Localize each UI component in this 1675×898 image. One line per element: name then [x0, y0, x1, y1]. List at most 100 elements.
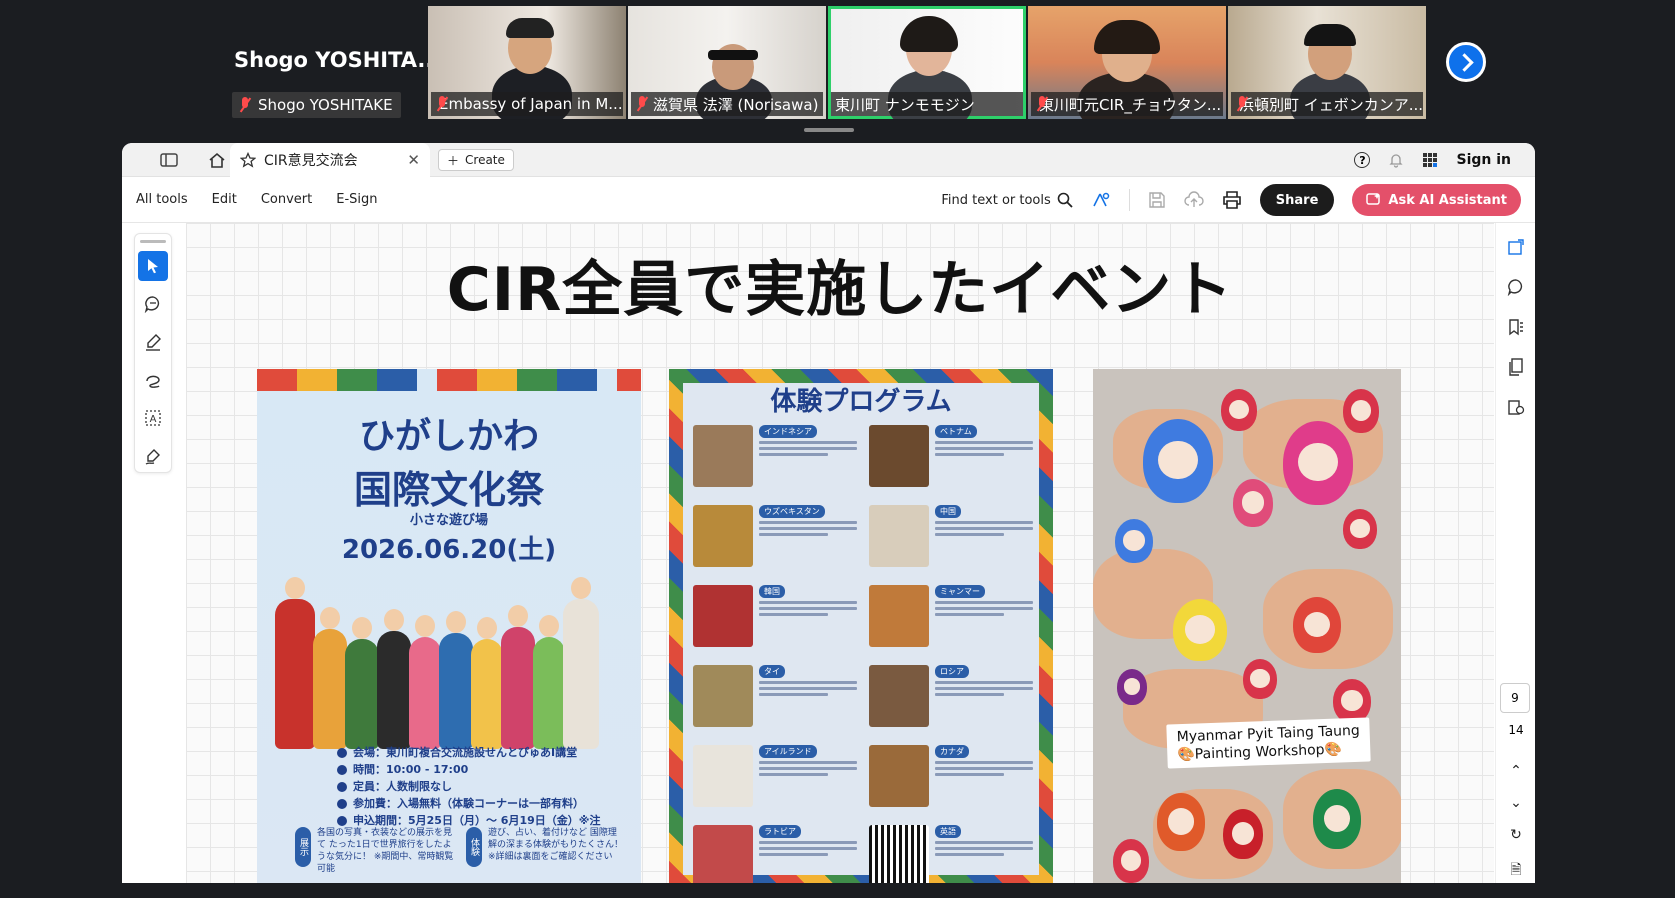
self-name: Shogo YOSHITAKE [258, 96, 393, 114]
yen-icon [337, 798, 347, 809]
menu-bar: All tools Edit Convert E-Sign [122, 192, 378, 207]
pages-icon[interactable] [1506, 357, 1526, 377]
poster-subtitle: 小さな遊び場 [409, 513, 488, 528]
tab-title: CIR意見交流会 [264, 153, 358, 169]
draw-tool-icon[interactable] [138, 365, 168, 395]
ai-chat-icon [1366, 193, 1381, 205]
costume-illustration [275, 577, 625, 749]
active-speaker-name: Shogo YOSHITA... [234, 48, 442, 72]
chevron-down-icon[interactable]: ⌄ [1510, 795, 1522, 811]
quick-tools-panel: A [134, 233, 172, 473]
program-item: タイ [693, 665, 857, 731]
program-item: インドネシア [693, 425, 857, 491]
text-box-tool-icon[interactable]: A [138, 403, 168, 433]
star-icon[interactable] [240, 152, 256, 168]
program-grid: インドネシア ベトナム ウズベキスタン 中国 韓国 ミャンマー タイ ロシア ア… [693, 425, 1033, 883]
comment-tool-icon[interactable] [138, 289, 168, 319]
participant-strip: Embassy of Japan in M... 滋賀県 法澤 (Norisaw… [428, 6, 1428, 119]
cloud-upload-icon[interactable] [1184, 191, 1204, 209]
participant-label: 滋賀県 法澤 (Norisawa) [631, 92, 823, 116]
select-tool-icon[interactable] [138, 251, 168, 281]
page-number-input[interactable]: 9 [1500, 683, 1530, 713]
panel-grip[interactable] [140, 240, 166, 243]
poster-date: 2026.06.20(土) [341, 535, 557, 565]
participant-label: 浜頓別町 イェボンカンア... [1231, 92, 1423, 116]
location-pin-icon [337, 747, 347, 758]
right-rail: 9 14 ⌃ ⌄ ↻ 🗎 [1495, 223, 1535, 883]
mic-muted-icon [238, 96, 252, 114]
close-tab-icon[interactable]: ✕ [407, 151, 420, 169]
program-item: アイルランド [693, 745, 857, 811]
participant-label: Embassy of Japan in M... [431, 92, 623, 116]
refresh-icon[interactable]: ↻ [1510, 827, 1522, 843]
calendar-icon [337, 815, 347, 826]
apps-grid-icon[interactable] [1422, 152, 1438, 168]
strip-resize-handle[interactable] [804, 128, 854, 132]
mic-muted-icon [635, 95, 649, 113]
menu-all-tools[interactable]: All tools [136, 192, 188, 207]
comments-icon[interactable] [1506, 277, 1526, 297]
exhibit-tag: 展示 [295, 827, 311, 867]
svg-text:A: A [150, 414, 157, 425]
participant-label: 東川町 ナンモモジン [831, 92, 1023, 116]
program-item: ラトビア [693, 825, 857, 883]
help-icon[interactable]: ? [1354, 152, 1371, 168]
next-participants-button[interactable] [1446, 42, 1486, 82]
attachments-icon[interactable] [1506, 397, 1526, 417]
program-item: 韓国 [693, 585, 857, 651]
plus-icon: ＋ [447, 153, 460, 168]
program-item: ロシア [869, 665, 1033, 731]
participant-tile[interactable]: Embassy of Japan in M... [428, 6, 626, 119]
menu-esign[interactable]: E-Sign [336, 192, 377, 207]
ai-tools-icon[interactable] [1091, 191, 1111, 209]
sign-tool-icon[interactable] [138, 441, 168, 471]
program-item: ベトナム [869, 425, 1033, 491]
ask-ai-assistant-button[interactable]: Ask AI Assistant [1352, 184, 1521, 216]
print-icon[interactable] [1222, 191, 1242, 209]
people-icon [337, 781, 347, 792]
program-item: 英語 [869, 825, 1033, 883]
program-item: カナダ [869, 745, 1033, 811]
share-button[interactable]: Share [1259, 184, 1335, 216]
program-title: 体験プログラム [770, 387, 952, 417]
participant-label: 東川町元CIR_チョウタン... [1031, 92, 1223, 116]
document-settings-icon[interactable]: 🗎 [1510, 859, 1521, 883]
tab-bar: CIR意見交流会 ✕ ＋ Create ? Sign in [122, 143, 1535, 177]
program-poster: 体験プログラム インドネシア ベトナム ウズベキスタン 中国 韓国 ミャンマー … [669, 369, 1053, 883]
acrobat-window: CIR意見交流会 ✕ ＋ Create ? Sign in All tools … [122, 143, 1535, 883]
chevron-up-icon[interactable]: ⌃ [1510, 763, 1522, 779]
event-info-list: 会場：東川町複合交流施設せんとぴゅあⅠ講堂 時間：10:00 - 17:00 定… [337, 744, 600, 829]
menu-edit[interactable]: Edit [212, 192, 237, 207]
experience-tag: 体験 [466, 827, 482, 867]
sign-in-link[interactable]: Sign in [1456, 152, 1511, 168]
participant-tile-active[interactable]: 東川町 ナンモモジン [828, 6, 1026, 119]
menu-convert[interactable]: Convert [261, 192, 312, 207]
poster-title-line2: 国際文化祭 [353, 468, 544, 512]
toolbar-actions: Find text or tools Share Ask AI Assistan… [941, 184, 1521, 216]
photo-caption: Myanmar Pyit Taing Taung 🎨Painting Works… [1166, 717, 1371, 769]
home-icon[interactable] [200, 147, 234, 173]
poster-feature-columns: 展示 各国の写真・衣装などの展示を見て たった1日で世界旅行をしたような気分に！ … [295, 827, 625, 875]
highlight-tool-icon[interactable] [138, 327, 168, 357]
participant-tile[interactable]: 東川町元CIR_チョウタン... [1028, 6, 1226, 119]
toolbar-divider [1128, 189, 1130, 211]
document-tab[interactable]: CIR意見交流会 ✕ [230, 143, 430, 177]
bookmark-icon[interactable] [1506, 317, 1526, 337]
create-button[interactable]: ＋ Create [438, 149, 514, 171]
save-icon[interactable] [1148, 191, 1166, 209]
participant-tile[interactable]: 滋賀県 法澤 (Norisawa) [628, 6, 826, 119]
page-total: 14 [1508, 723, 1524, 737]
program-item: 中国 [869, 505, 1033, 571]
festival-poster: ひがしかわ 国際文化祭 小さな遊び場 2026.06.20(土) 会場：東川町複… [257, 369, 641, 883]
bell-icon[interactable] [1388, 152, 1404, 168]
participant-tile[interactable]: 浜頓別町 イェボンカンア... [1228, 6, 1426, 119]
find-tools[interactable]: Find text or tools [941, 192, 1073, 208]
edit-pdf-icon[interactable] [1506, 237, 1526, 257]
workshop-photo: Myanmar Pyit Taing Taung 🎨Painting Works… [1093, 369, 1401, 883]
clock-icon [337, 764, 347, 775]
pdf-page: CIR全員で実施したイベント ひがしかわ 国際文化祭 小さな遊び場 2026.0… [186, 223, 1494, 883]
slide-title: CIR全員で実施したイベント [446, 255, 1234, 325]
program-item: ミャンマー [869, 585, 1033, 651]
sidebar-toggle-icon[interactable] [152, 147, 186, 173]
poster-color-stripe [257, 369, 641, 391]
